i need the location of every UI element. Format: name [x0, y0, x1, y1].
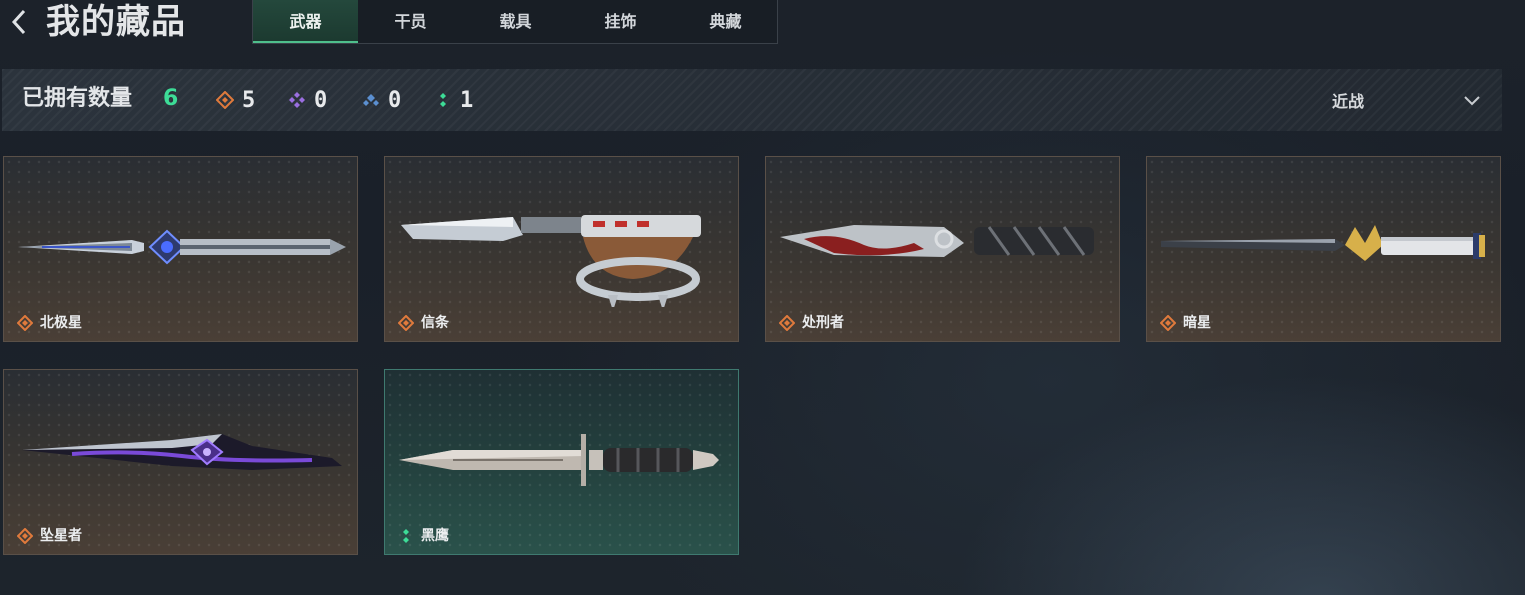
green-dots-icon: [403, 529, 409, 543]
tab-collection[interactable]: 典藏: [673, 0, 778, 43]
weapon-name: 黑鹰: [421, 528, 449, 544]
blue-diamond-icon: [363, 94, 379, 106]
rarity-count-purple: 0: [288, 69, 327, 131]
filter-selected-label: 近战: [1332, 92, 1365, 111]
rarity-count-blue: 0: [362, 69, 401, 131]
rarity-count-value: 0: [314, 87, 328, 113]
purple-diamond-icon: [289, 92, 305, 108]
tab-operators[interactable]: 干员: [358, 0, 463, 43]
chevron-left-icon: [11, 9, 26, 35]
weapon-name: 暗星: [1183, 315, 1211, 331]
page-title: 我的藏品: [46, 2, 186, 42]
weapon-type-filter[interactable]: 近战: [1322, 69, 1492, 131]
knife-image: [18, 229, 346, 265]
rarity-count-orange: 5: [216, 69, 255, 131]
weapon-name: 北极星: [40, 315, 82, 331]
green-dots-icon: [440, 93, 446, 107]
rarity-count-value: 0: [388, 87, 402, 113]
rarity-count-value: 1: [460, 87, 474, 113]
orange-diamond-icon: [1160, 315, 1176, 331]
knife-image: [780, 225, 1094, 257]
owned-count-value: 6: [163, 86, 179, 111]
category-tabs: 武器 干员 载具 挂饰 典藏: [252, 0, 778, 44]
orange-diamond-icon: [398, 315, 414, 331]
weapon-name: 信条: [421, 315, 449, 331]
tab-vehicles[interactable]: 载具: [463, 0, 568, 43]
weapon-card[interactable]: 暗星: [1146, 156, 1501, 342]
ownership-stats-bar: 已拥有数量 6 5 0 0 1 近战: [2, 69, 1502, 131]
orange-diamond-icon: [216, 91, 234, 109]
knife-image: [22, 434, 342, 470]
tab-weapons[interactable]: 武器: [253, 0, 358, 43]
tab-charms[interactable]: 挂饰: [568, 0, 673, 43]
weapon-card[interactable]: 处刑者: [765, 156, 1120, 342]
weapon-name: 坠星者: [40, 528, 82, 544]
knife-image: [399, 434, 719, 486]
knife-image: [401, 215, 701, 307]
back-button[interactable]: [6, 2, 32, 42]
rarity-count-green: 1: [434, 69, 473, 131]
rarity-count-value: 5: [242, 87, 256, 113]
chevron-down-icon: [1464, 96, 1480, 106]
orange-diamond-icon: [17, 528, 33, 544]
orange-diamond-icon: [17, 315, 33, 331]
weapon-card[interactable]: 信条: [384, 156, 739, 342]
weapon-card[interactable]: 坠星者: [3, 369, 358, 555]
owned-count-label: 已拥有数量: [22, 86, 133, 111]
weapon-card[interactable]: 黑鹰: [384, 369, 739, 555]
weapon-card[interactable]: 北极星: [3, 156, 358, 342]
weapon-name: 处刑者: [802, 315, 844, 331]
knife-image: [1161, 225, 1485, 261]
orange-diamond-icon: [779, 315, 795, 331]
